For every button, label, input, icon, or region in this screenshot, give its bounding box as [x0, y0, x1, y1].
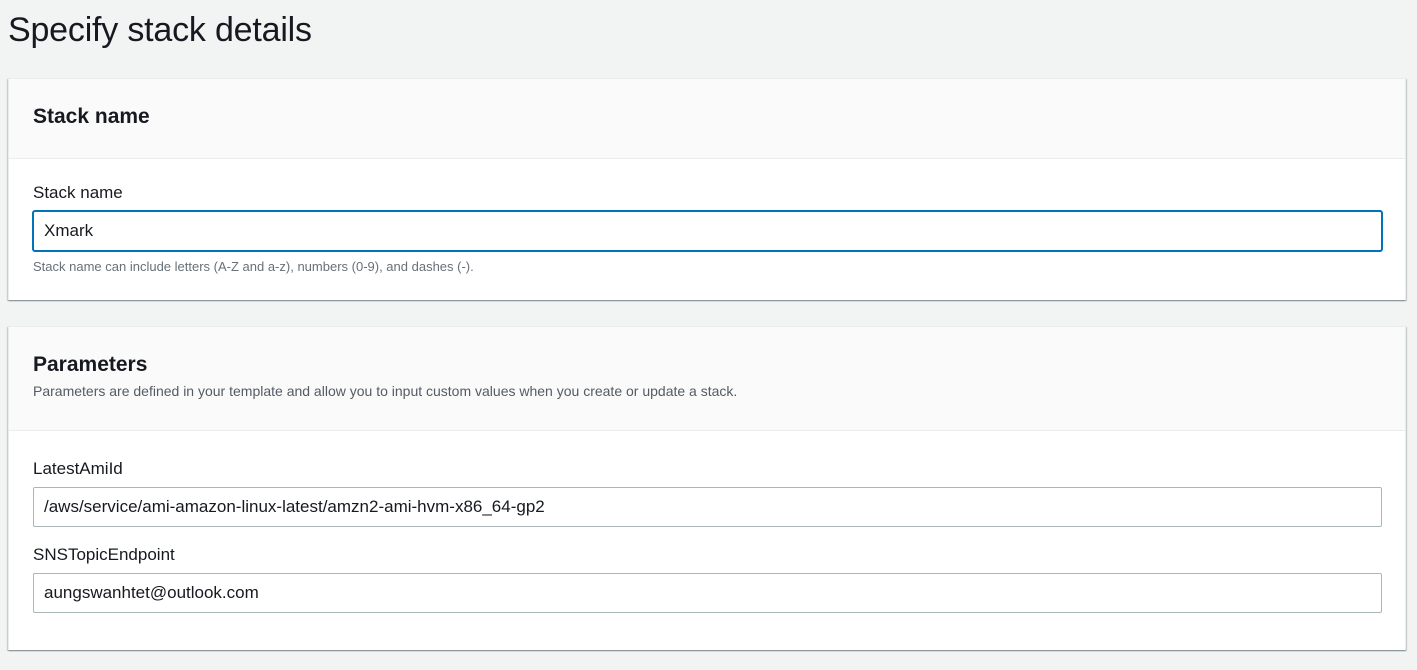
sns-topic-endpoint-field: SNSTopicEndpoint — [33, 545, 1382, 613]
parameters-panel-body: LatestAmiId SNSTopicEndpoint — [9, 431, 1405, 613]
stack-name-label: Stack name — [33, 183, 123, 202]
stack-name-constraint-text: Stack name can include letters (A-Z and … — [33, 259, 474, 274]
stack-name-input[interactable] — [33, 211, 1382, 251]
parameters-panel-title: Parameters — [33, 353, 148, 376]
latest-ami-id-input[interactable] — [33, 487, 1382, 527]
latest-ami-id-label: LatestAmiId — [33, 459, 123, 478]
sns-topic-endpoint-input[interactable] — [33, 573, 1382, 613]
latest-ami-id-field: LatestAmiId — [33, 459, 1382, 527]
parameters-panel-description: Parameters are defined in your template … — [33, 383, 738, 399]
sns-topic-endpoint-label: SNSTopicEndpoint — [33, 545, 175, 564]
stack-name-panel: Stack name Stack name Stack name can inc… — [8, 78, 1406, 300]
stack-name-panel-header: Stack name — [9, 79, 1405, 159]
stack-name-panel-title: Stack name — [33, 105, 150, 128]
stack-name-panel-body: Stack name Stack name can include letter… — [9, 159, 1405, 275]
parameters-panel: Parameters Parameters are defined in you… — [8, 326, 1406, 650]
page-title: Specify stack details — [8, 11, 312, 49]
parameters-panel-header: Parameters Parameters are defined in you… — [9, 327, 1405, 431]
